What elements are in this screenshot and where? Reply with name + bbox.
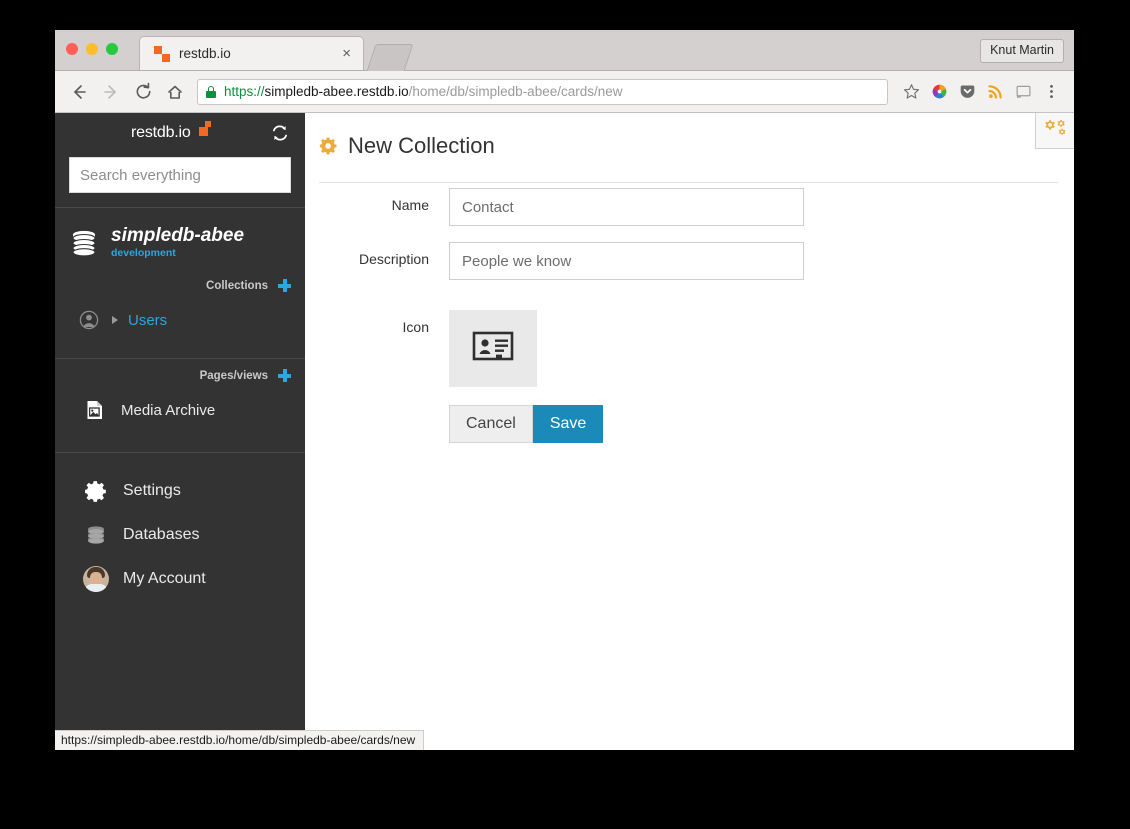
sidebar-item-users[interactable]: Users <box>55 300 305 340</box>
form-actions: Cancel Save <box>449 405 604 443</box>
tab-title: restdb.io <box>179 46 231 61</box>
tab-strip: restdb.io × <box>55 30 1074 71</box>
url-host: simpledb-abee.restdb.io <box>264 84 409 99</box>
name-input[interactable] <box>449 188 804 226</box>
database-environment: development <box>111 247 176 259</box>
database-stack-icon <box>83 522 109 548</box>
description-label: Description <box>358 251 429 267</box>
collections-group-header: Collections <box>55 269 305 300</box>
description-input[interactable] <box>449 242 804 280</box>
page-viewport: restdb.io Search everything simpledb-abe… <box>55 113 1074 750</box>
database-block: simpledb-abee development <box>55 208 305 269</box>
sidebar-header: restdb.io <box>55 113 305 157</box>
avatar <box>83 566 109 592</box>
sidebar-search-wrap <box>55 157 305 207</box>
icon-label: Icon <box>402 319 429 335</box>
sidebar-database-section: simpledb-abee development Collections Us… <box>55 208 305 359</box>
url-path: /home/db/simpledb-abee/cards/new <box>408 84 623 99</box>
add-collection-icon[interactable] <box>278 279 291 292</box>
sidebar-item-databases[interactable]: Databases <box>55 513 305 557</box>
browser-toolbar: https://simpledb-abee.restdb.io/home/db/… <box>55 71 1074 113</box>
form-row-icon: Icon <box>305 310 537 387</box>
database-stack-icon <box>69 228 99 258</box>
sidebar-item-my-account[interactable]: My Account <box>55 557 305 601</box>
pocket-icon[interactable] <box>954 79 980 105</box>
restdb-logo-icon <box>154 45 170 62</box>
save-button[interactable]: Save <box>532 405 604 443</box>
collections-label: Collections <box>206 279 268 292</box>
sidebar-header-section: restdb.io <box>55 113 305 208</box>
sidebar-item-media-archive[interactable]: Media Archive <box>55 390 305 430</box>
status-bar-url: https://simpledb-abee.restdb.io/home/db/… <box>55 730 425 750</box>
user-circle-icon <box>77 308 101 332</box>
home-button[interactable] <box>161 78 189 106</box>
user-profile-badge[interactable]: Knut Martin <box>980 39 1064 63</box>
media-file-icon <box>83 398 107 422</box>
sidebar-item-label: Settings <box>123 482 181 499</box>
minimize-window-button[interactable] <box>86 43 98 55</box>
sidebar-item-label: Databases <box>123 526 200 543</box>
sidebar-item-label: My Account <box>123 570 206 587</box>
sidebar-bottom-section: Settings Databases My Account <box>55 453 305 601</box>
vcard-icon <box>472 329 514 368</box>
star-icon[interactable] <box>898 79 924 105</box>
chevron-right-icon[interactable] <box>112 316 118 324</box>
avatar-icon <box>83 566 109 592</box>
url-text: https://simpledb-abee.restdb.io/home/db/… <box>224 84 623 99</box>
search-input[interactable] <box>69 157 291 193</box>
database-row[interactable]: simpledb-abee development <box>69 226 291 259</box>
pages-label: Pages/views <box>199 369 268 382</box>
logo-square-large <box>199 127 208 136</box>
collection-settings-button[interactable] <box>1035 113 1074 149</box>
sidebar: restdb.io Search everything simpledb-abe… <box>55 113 305 750</box>
pages-group-header: Pages/views <box>55 359 305 390</box>
browser-tab[interactable]: restdb.io × <box>139 36 364 70</box>
orange-gear-icon <box>319 136 339 156</box>
window-traffic-lights <box>66 43 118 55</box>
icon-picker-button[interactable] <box>449 310 537 387</box>
sidebar-item-settings[interactable]: Settings <box>55 469 305 513</box>
gear-icon <box>83 478 109 504</box>
sidebar-item-label: Media Archive <box>121 401 216 419</box>
back-button[interactable] <box>65 78 93 106</box>
cancel-button[interactable]: Cancel <box>449 405 533 443</box>
name-label: Name <box>391 197 429 213</box>
maximize-window-button[interactable] <box>106 43 118 55</box>
cast-icon[interactable] <box>1010 79 1036 105</box>
sidebar-item-label: Users <box>128 311 168 329</box>
restdb-wordmark[interactable]: restdb.io <box>131 124 191 142</box>
forward-button[interactable] <box>97 78 125 106</box>
database-name: simpledb-abee <box>111 225 245 246</box>
main-content: New Collection Name Description Icon <box>305 113 1074 750</box>
title-divider <box>319 182 1058 183</box>
browser-window: restdb.io × https://simpledb-abee.restdb… <box>55 30 1074 750</box>
page-title: New Collection <box>319 133 495 159</box>
close-window-button[interactable] <box>66 43 78 55</box>
form-row-name: Name <box>305 188 804 226</box>
form-row-description: Description <box>305 242 804 280</box>
cogs-icon <box>1044 117 1070 144</box>
overflow-menu-icon[interactable] <box>1038 79 1064 105</box>
add-page-icon[interactable] <box>278 369 291 382</box>
database-name-block: simpledb-abee development <box>111 226 244 259</box>
lock-icon <box>206 85 216 98</box>
sidebar-pages-section: Pages/views Media Archive <box>55 359 305 453</box>
url-scheme: https:// <box>224 84 265 99</box>
refresh-icon[interactable] <box>271 124 289 142</box>
rss-feed-icon[interactable] <box>982 79 1008 105</box>
new-tab-button[interactable] <box>366 44 414 71</box>
page-title-text: New Collection <box>348 133 495 158</box>
address-bar[interactable]: https://simpledb-abee.restdb.io/home/db/… <box>197 78 888 105</box>
color-wheel-extension-icon[interactable] <box>926 79 952 105</box>
reload-button[interactable] <box>129 78 157 106</box>
close-icon[interactable]: × <box>338 46 355 61</box>
